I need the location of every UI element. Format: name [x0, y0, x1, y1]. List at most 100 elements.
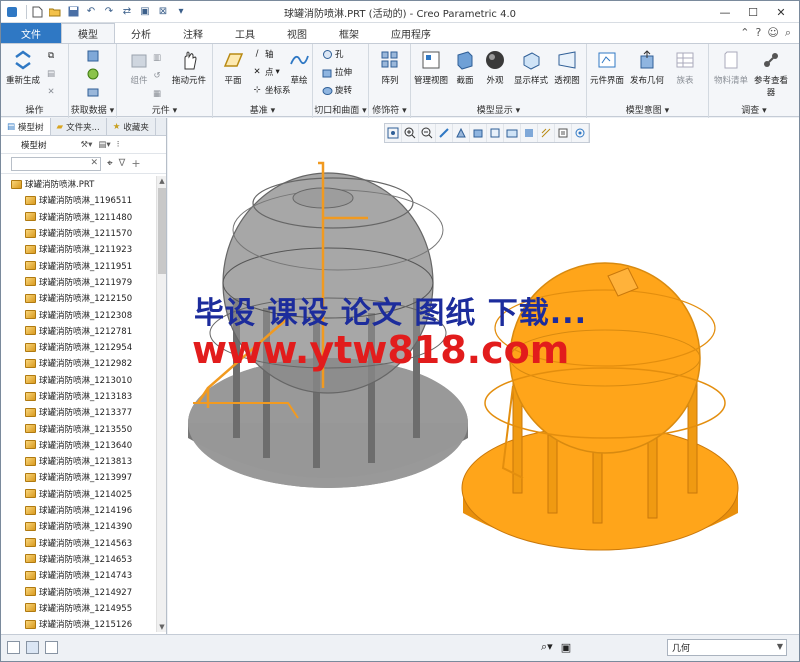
- copy-icon[interactable]: ⧉: [45, 50, 57, 62]
- save-icon[interactable]: [66, 5, 80, 19]
- hole-button[interactable]: 孔: [321, 48, 344, 60]
- add-icon[interactable]: +: [131, 157, 140, 170]
- find-icon[interactable]: ⌖: [107, 158, 113, 169]
- family-table-button[interactable]: 族表: [665, 48, 705, 86]
- axis-button[interactable]: / 轴: [251, 48, 274, 60]
- tab-framework[interactable]: 框架: [323, 23, 375, 43]
- copy-geometry-icon[interactable]: [87, 50, 99, 62]
- tab-applications[interactable]: 应用程序: [375, 23, 447, 43]
- publish-geometry-button[interactable]: 发布几何: [627, 48, 667, 86]
- tree-item[interactable]: 球罐消防喷淋_1211951: [1, 257, 157, 273]
- tree-item[interactable]: 球罐消防喷淋_1213640: [1, 437, 157, 453]
- tree-item[interactable]: 球罐消防喷淋_1212150: [1, 290, 157, 306]
- scrollbar-thumb[interactable]: [158, 188, 166, 274]
- tree-item[interactable]: 球罐消防喷淋_1214196: [1, 502, 157, 518]
- display-style-button[interactable]: 显示样式: [511, 48, 551, 86]
- tree-filter-icon[interactable]: ⁝: [117, 140, 120, 150]
- redo-icon[interactable]: ↷: [102, 5, 116, 19]
- regenerate-button[interactable]: 重新生成: [3, 48, 43, 86]
- help-icon[interactable]: ?: [756, 26, 762, 40]
- undo-icon[interactable]: ↶: [84, 5, 98, 19]
- extrude-button[interactable]: 拉伸: [321, 66, 352, 78]
- tree-item[interactable]: 球罐消防喷淋_1214025: [1, 486, 157, 502]
- tree-item[interactable]: 球罐消防喷淋_1213377: [1, 404, 157, 420]
- customize-toolbar-icon[interactable]: ▾: [174, 5, 188, 19]
- tab-annotate[interactable]: 注释: [167, 23, 219, 43]
- tab-model[interactable]: 模型: [61, 23, 115, 43]
- pattern-small-icon[interactable]: ▦: [151, 88, 163, 100]
- copy-element-icon[interactable]: ▥: [151, 52, 163, 64]
- tab-analysis[interactable]: 分析: [115, 23, 167, 43]
- plane-button[interactable]: 平面: [213, 48, 253, 86]
- collapse-ribbon-icon[interactable]: ⌃: [740, 26, 749, 40]
- reorder-icon[interactable]: ↺: [151, 70, 163, 82]
- tree-item[interactable]: 球罐消防喷淋_1213997: [1, 469, 157, 485]
- community-icon[interactable]: ☺: [767, 26, 778, 40]
- tree-item[interactable]: 球罐消防喷淋_1212781: [1, 323, 157, 339]
- revolve-button[interactable]: 旋转: [321, 84, 352, 96]
- tree-item[interactable]: 球罐消防喷淋_1213813: [1, 453, 157, 469]
- scroll-up-icon[interactable]: ▲: [157, 176, 167, 186]
- tree-settings-icon[interactable]: ⚒▾: [81, 140, 93, 150]
- perspective-button[interactable]: 透视图: [547, 48, 587, 86]
- tree-item[interactable]: 球罐消防喷淋_1213010: [1, 372, 157, 388]
- tree-item[interactable]: 球罐消防喷淋_1214955: [1, 600, 157, 616]
- tree-item[interactable]: 球罐消防喷淋_1212954: [1, 339, 157, 355]
- tree-item[interactable]: 球罐消防喷淋_1214563: [1, 535, 157, 551]
- shrinkwrap-icon[interactable]: [87, 68, 99, 80]
- tree-item[interactable]: 球罐消防喷淋_1212982: [1, 355, 157, 371]
- find-binoculars-icon[interactable]: ⌕▾: [541, 640, 553, 654]
- tab-tools[interactable]: 工具: [219, 23, 271, 43]
- toggle-browser-icon[interactable]: [26, 641, 39, 654]
- tab-favorites[interactable]: ★ 收藏夹: [107, 118, 156, 135]
- bill-of-materials-button[interactable]: 物料清单: [711, 48, 751, 86]
- pattern-button[interactable]: 阵列: [370, 48, 410, 86]
- paste-icon[interactable]: ▤: [45, 68, 57, 80]
- close-window-icon[interactable]: ⊠: [156, 5, 170, 19]
- full-screen-icon[interactable]: [45, 641, 58, 654]
- drag-element-button[interactable]: 拖动元件: [169, 48, 209, 86]
- tree-item[interactable]: 球罐消防喷淋_1214927: [1, 583, 157, 599]
- minimize-button[interactable]: —: [711, 3, 739, 21]
- tree-item[interactable]: 球罐消防喷淋_1211570: [1, 225, 157, 241]
- appearance-button[interactable]: 外观: [475, 48, 515, 86]
- tree-item[interactable]: 球罐消防喷淋_1211480: [1, 209, 157, 225]
- open-folder-icon[interactable]: [48, 5, 62, 19]
- tree-item[interactable]: 球罐消防喷淋_1213183: [1, 388, 157, 404]
- tree-item[interactable]: 球罐消防喷淋_1211923: [1, 241, 157, 257]
- close-button[interactable]: ✕: [767, 3, 795, 21]
- tree-search-input[interactable]: ✕: [11, 156, 101, 171]
- tree-item[interactable]: 球罐消防喷淋_1212308: [1, 306, 157, 322]
- toggle-navigator-icon[interactable]: [7, 641, 20, 654]
- tab-view[interactable]: 视图: [271, 23, 323, 43]
- filter-icon[interactable]: ∇: [119, 158, 126, 169]
- tree-scrollbar[interactable]: ▲ ▼: [156, 176, 166, 632]
- tree-item[interactable]: 球罐消防喷淋_1215126: [1, 616, 157, 632]
- windows-icon[interactable]: ▣: [138, 5, 152, 19]
- tree-item[interactable]: 球罐消防喷淋_1196511: [1, 192, 157, 208]
- selection-filter[interactable]: 几何 ▼: [667, 639, 787, 656]
- tab-model-tree[interactable]: ▤ 模型树: [1, 118, 51, 135]
- search-help-icon[interactable]: ⌕: [785, 26, 791, 40]
- tree-item[interactable]: 球罐消防喷淋_1211979: [1, 274, 157, 290]
- delete-icon[interactable]: ✕: [45, 86, 57, 98]
- scroll-down-icon[interactable]: ▼: [157, 622, 167, 632]
- tab-file[interactable]: 文件: [1, 23, 61, 43]
- new-file-icon[interactable]: [30, 5, 44, 19]
- graphics-viewport[interactable]: 毕设 课设 论文 图纸 下载... www.ytw818.com: [168, 118, 799, 634]
- clear-search-icon[interactable]: ✕: [90, 158, 98, 168]
- merge-icon[interactable]: [87, 86, 99, 98]
- regenerate-icon[interactable]: ⇄: [120, 5, 134, 19]
- tree-root[interactable]: 球罐消防喷淋.PRT: [1, 176, 157, 192]
- point-button[interactable]: ✕ 点 ▾: [251, 66, 279, 78]
- reference-viewer-button[interactable]: 参考查看器: [751, 48, 791, 98]
- tree-columns-icon[interactable]: ▤▾: [98, 140, 110, 150]
- tab-folder-browser[interactable]: ▰ 文件夹...: [51, 118, 107, 135]
- selection-buffer-icon[interactable]: ▣: [561, 641, 571, 654]
- component-interface-button[interactable]: 元件界面: [587, 48, 627, 86]
- tree-item[interactable]: 球罐消防喷淋_1213550: [1, 420, 157, 436]
- tree-item[interactable]: 球罐消防喷淋_1214743: [1, 567, 157, 583]
- maximize-button[interactable]: ☐: [739, 3, 767, 21]
- tree-item[interactable]: 球罐消防喷淋_1214653: [1, 551, 157, 567]
- app-icon[interactable]: [5, 5, 19, 19]
